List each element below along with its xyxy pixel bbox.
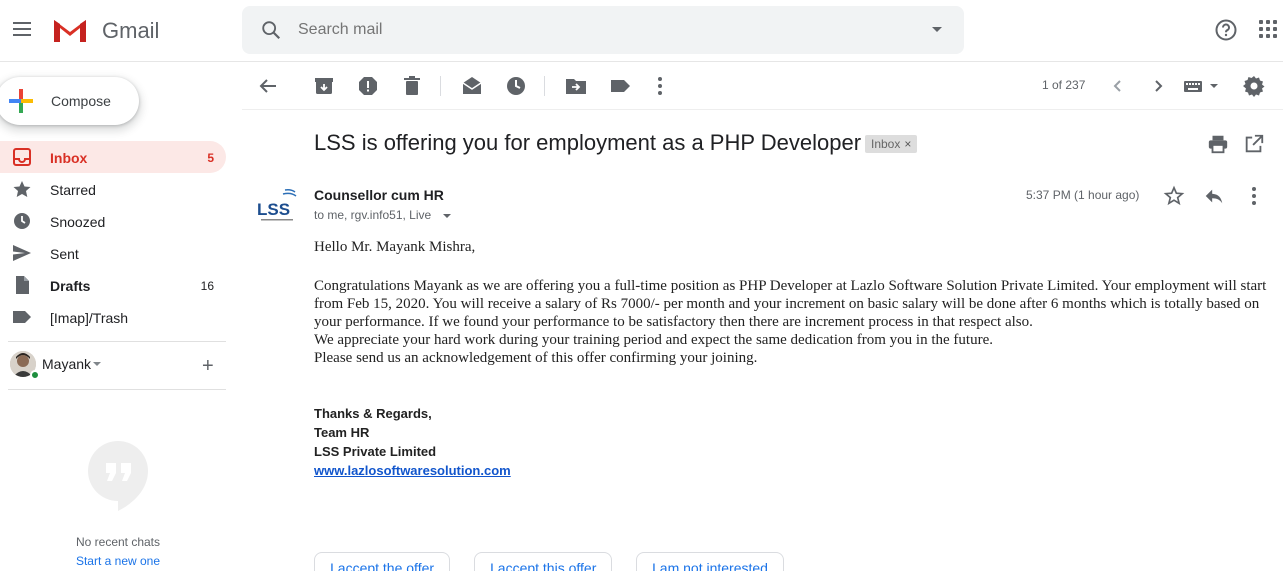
mark-unread-icon[interactable] xyxy=(460,74,484,98)
label-tag-icon[interactable] xyxy=(608,74,632,98)
recipients-line: to me, rgv.info51, Live xyxy=(314,208,432,222)
sidebar-item-inbox[interactable]: Inbox 5 xyxy=(0,141,226,173)
older-chevron-right-icon[interactable] xyxy=(1146,74,1170,98)
email-subject: LSS is offering you for employment as a … xyxy=(314,130,862,155)
message-toolbar: 1 of 237 xyxy=(242,62,1283,110)
draft-count: 16 xyxy=(200,279,214,293)
sidebar-item-label: Sent xyxy=(50,246,79,262)
sender-name[interactable]: Counsellor cum HR xyxy=(314,187,444,203)
search-options-dropdown-icon[interactable] xyxy=(932,27,942,32)
label-chip-text: Inbox xyxy=(871,137,901,151)
divider xyxy=(8,389,226,390)
email-body: Congratulations Mayank as we are offerin… xyxy=(314,277,1274,367)
report-spam-icon[interactable] xyxy=(356,74,380,98)
hangouts-quote-icon xyxy=(88,441,148,511)
sidebar-item-sent[interactable]: Sent xyxy=(0,237,226,269)
body-line: Please send us an acknowledgement of thi… xyxy=(314,350,758,366)
clock-icon xyxy=(12,212,32,230)
smart-reply-button[interactable]: I accept this offer xyxy=(474,552,613,571)
label-chip-inbox[interactable]: Inbox × xyxy=(865,135,918,153)
search-bar[interactable] xyxy=(242,6,964,54)
back-arrow-icon[interactable] xyxy=(256,74,280,98)
divider xyxy=(8,341,226,342)
online-status-dot xyxy=(30,370,40,380)
input-tools-dropdown-icon[interactable] xyxy=(1210,84,1218,88)
label-icon xyxy=(12,308,32,326)
sender-logo-text: LSS xyxy=(257,200,290,219)
signature-line: Team HR xyxy=(314,425,370,440)
print-icon[interactable] xyxy=(1207,133,1229,155)
body-paragraph: Congratulations Mayank as we are offerin… xyxy=(314,278,1267,330)
star-icon xyxy=(12,180,32,198)
signature-line: Thanks & Regards, xyxy=(314,406,432,421)
smart-reply-button[interactable]: I am not interested xyxy=(636,552,784,571)
compose-button[interactable]: Compose xyxy=(0,77,139,125)
sidebar-item-label: [Imap]/Trash xyxy=(50,310,129,326)
hangouts-user[interactable]: Mayank + xyxy=(8,349,228,383)
email-signature: Thanks & Regards, Team HR LSS Private Li… xyxy=(314,404,511,480)
smart-reply-button[interactable]: I accept the offer xyxy=(314,552,451,571)
sidebar-item-label: Starred xyxy=(50,182,96,198)
reply-arrow-icon[interactable] xyxy=(1203,185,1225,207)
sidebar-item-snoozed[interactable]: Snoozed xyxy=(0,205,226,237)
no-chats-text: No recent chats xyxy=(75,535,161,549)
sidebar-item-label: Snoozed xyxy=(50,214,106,230)
user-name: Mayank xyxy=(42,356,92,372)
sender-logo: LSS xyxy=(255,186,299,224)
open-in-new-window-icon[interactable] xyxy=(1243,133,1265,155)
compose-plus-icon xyxy=(9,89,33,113)
sidebar-item-drafts[interactable]: Drafts 16 xyxy=(0,269,226,301)
show-details-dropdown-icon[interactable] xyxy=(443,214,451,218)
newer-chevron-left-icon[interactable] xyxy=(1106,74,1130,98)
archive-icon[interactable] xyxy=(312,74,336,98)
inbox-icon xyxy=(12,148,32,166)
main-menu-button[interactable] xyxy=(10,18,34,42)
sidebar-item-starred[interactable]: Starred xyxy=(0,173,226,205)
sidebar-item-label: Inbox xyxy=(50,150,88,166)
divider xyxy=(440,76,441,96)
chevron-down-icon[interactable] xyxy=(93,362,101,366)
apps-grid-icon[interactable] xyxy=(1259,20,1279,40)
settings-gear-icon[interactable] xyxy=(1242,74,1266,98)
signature-line: LSS Private Limited xyxy=(314,444,437,459)
move-to-icon[interactable] xyxy=(564,74,588,98)
body-line: We appreciate your hard work during your… xyxy=(314,332,993,348)
more-vert-icon[interactable] xyxy=(1245,185,1263,207)
help-icon[interactable] xyxy=(1214,18,1238,42)
app-name: Gmail xyxy=(102,18,160,43)
sidebar-item-label: Drafts xyxy=(50,278,91,294)
delete-icon[interactable] xyxy=(400,74,424,98)
email-greeting: Hello Mr. Mayank Mishra, xyxy=(314,239,476,255)
top-header: Gmail xyxy=(0,0,1283,62)
gmail-logo[interactable] xyxy=(52,16,88,44)
more-options-icon[interactable] xyxy=(648,74,672,98)
snooze-clock-icon[interactable] xyxy=(504,74,528,98)
remove-label-close-icon[interactable]: × xyxy=(904,137,911,151)
search-icon[interactable] xyxy=(260,19,282,41)
page-count: 1 of 237 xyxy=(1042,78,1086,92)
compose-label: Compose xyxy=(51,93,111,109)
message-timestamp: 5:37 PM (1 hour ago) xyxy=(1026,188,1140,202)
divider xyxy=(544,76,545,96)
send-icon xyxy=(12,244,32,262)
start-chat-link[interactable]: Start a new one xyxy=(0,554,236,568)
draft-icon xyxy=(12,276,32,294)
sidebar-item-trash[interactable]: [Imap]/Trash xyxy=(0,301,226,333)
unread-count: 5 xyxy=(207,151,214,165)
new-chat-plus-icon[interactable]: + xyxy=(202,356,214,376)
star-outline-icon[interactable] xyxy=(1163,185,1185,207)
search-input[interactable] xyxy=(298,19,898,41)
sidebar-nav: Inbox 5 Starred Snoozed Sent Drafts 16 [… xyxy=(0,141,228,333)
keyboard-icon[interactable] xyxy=(1182,74,1206,98)
website-link[interactable]: www.lazlosoftwaresolution.com xyxy=(314,463,511,478)
